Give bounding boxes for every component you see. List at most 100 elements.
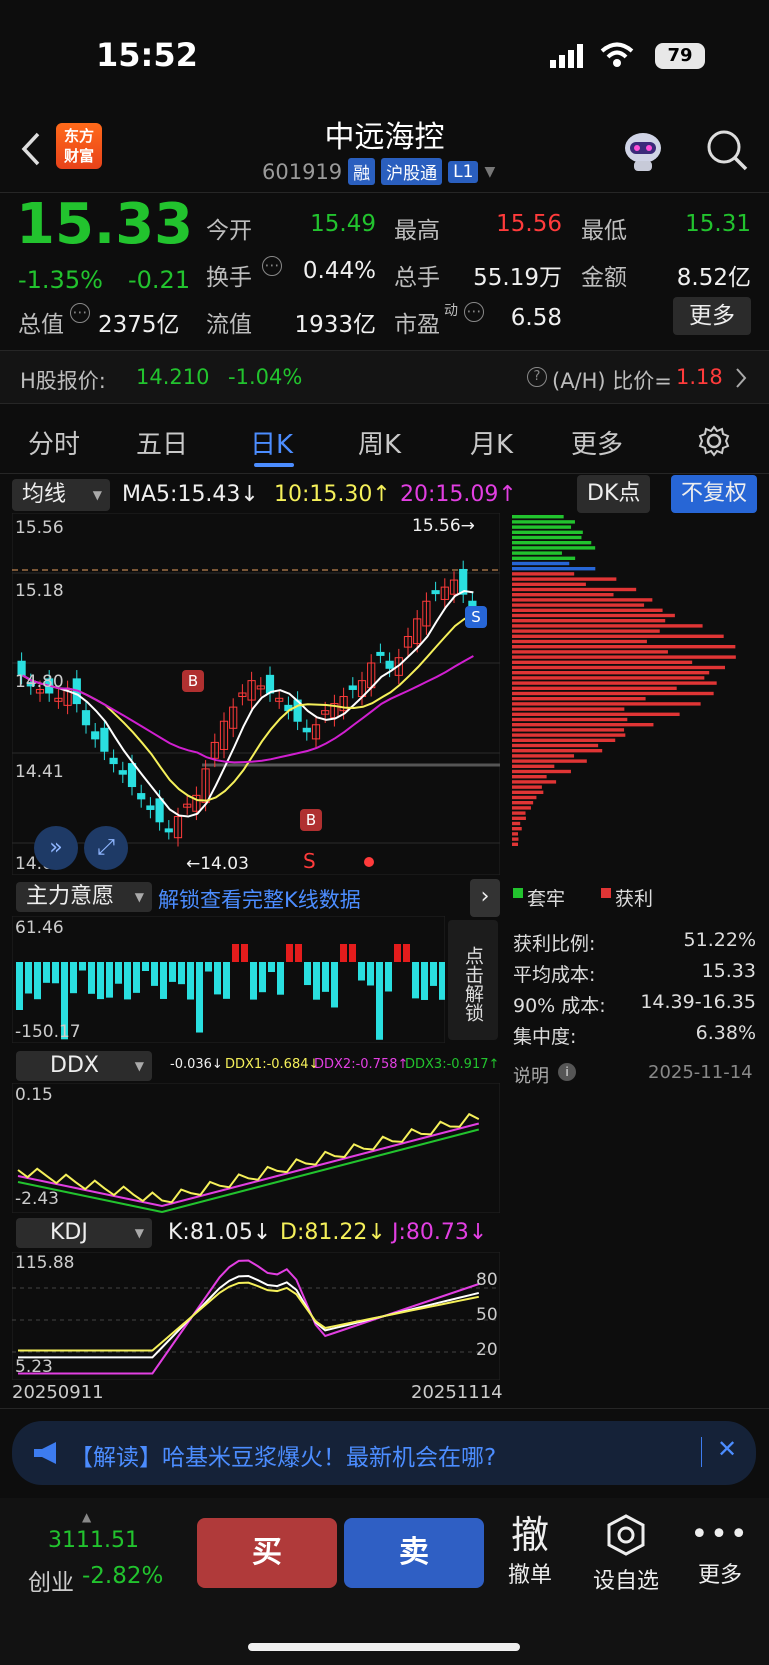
dropdown-icon: ▼ [134,1059,144,1073]
sell-signal-badge[interactable]: S [465,606,487,628]
chip-bar [512,598,653,602]
flow-bar [412,962,419,999]
chip-bar [512,749,603,753]
cancel-label: 撤单 [507,1563,552,1588]
volume-label: 总手 [394,265,440,291]
current-price: 15.33 [16,192,194,257]
status-time: 15:52 [96,36,198,74]
stat-label: 集中度: [513,1026,577,1048]
chart-frame [12,1252,500,1380]
info-icon[interactable]: ⋯ [262,256,282,276]
tab-intraday[interactable]: 分时 [28,424,80,461]
tag-connect: 沪股通 [381,158,443,185]
legend-profit-swatch [601,888,611,898]
buy-signal-badge[interactable]: B [182,670,204,692]
robot-assistant-icon[interactable] [618,128,668,174]
info-icon[interactable]: i [558,1063,576,1081]
ma20-value: 20:15.09↑ [400,482,517,507]
banner-divider [701,1437,702,1467]
tab-five-day[interactable]: 五日 [136,424,188,461]
gear-icon[interactable] [697,424,731,458]
chip-bar [512,541,592,545]
chart-frame [12,1083,500,1213]
adjust-button[interactable]: 不复权 [671,475,758,513]
flow-bar [124,962,131,1000]
stock-code-line[interactable]: 601919 融 沪股通 L1 ▼ [262,158,495,185]
buy-signal-badge[interactable]: B [300,809,322,831]
chip-bar [512,665,725,670]
click-unlock-button[interactable]: 点击解锁 [448,920,498,1040]
ma-selector[interactable]: 均线 ▼ [12,479,110,511]
chip-date: 2025-11-14 [648,1062,753,1083]
ddx3-value: DDX3:-0.917↑ [405,1057,500,1072]
kdj-selector[interactable]: KDJ ▼ [16,1218,152,1248]
flow-bar [97,962,104,1000]
unlock-link[interactable]: 解锁查看完整K线数据 [158,884,361,914]
open-label: 今开 [206,218,252,244]
index-change: -2.82% [82,1563,164,1589]
news-banner[interactable]: 【解读】哈基米豆浆爆火！最新机会在哪? ✕ [12,1421,756,1485]
ddx-selector[interactable]: DDX ▼ [16,1051,152,1081]
chip-bar [512,821,521,826]
info-icon[interactable]: ⋯ [70,303,90,323]
tab-daily-k[interactable]: 日K [250,424,293,461]
date-end: 20251114 [411,1382,503,1403]
chip-bar [512,520,575,524]
stat-label: 获利比例: [513,933,596,955]
search-icon[interactable] [704,127,750,173]
chevron-right-icon[interactable] [734,367,748,389]
expand-icon[interactable]: » [34,826,78,870]
kdj-level-80: 80 [476,1270,498,1290]
chip-bar [512,572,575,576]
more-quote-button[interactable]: 更多 [673,297,751,335]
candle-body [81,710,91,726]
chevron-right-icon[interactable]: › [470,879,500,917]
buy-button[interactable]: 买 [197,1518,337,1588]
kdj-chart [12,1252,500,1380]
flow-bar [367,962,374,986]
cancel-order-button[interactable]: 撤 撤单 [490,1513,570,1589]
kdj-top: 115.88 [15,1253,75,1273]
ah-ratio-label: (A/H) 比价= [552,369,672,393]
dk-point-button[interactable]: DK点 [577,475,651,513]
chip-bar [512,738,616,742]
ddx2-line [17,1122,480,1208]
stat-label: 90% 成本: [513,995,606,1017]
flow-bar [106,962,113,998]
float-label: 流值 [206,312,252,338]
chip-bar [512,639,647,644]
chip-bar [512,728,625,732]
tab-weekly-k[interactable]: 周K [358,424,401,461]
index-value[interactable]: 3111.51 [48,1528,139,1553]
flow-bar [313,962,320,1000]
ma10-value: 10:15.30↑ [274,482,391,507]
candle-body [127,763,137,788]
sell-button[interactable]: 卖 [344,1518,484,1588]
flow-bar [79,962,86,971]
flow-bar [376,962,383,1040]
add-watchlist-button[interactable]: 设自选 [586,1513,666,1595]
note-label[interactable]: 说明 [513,1062,549,1088]
flow-bar [268,962,275,973]
kdj-bottom: 5.23 [15,1357,53,1377]
help-icon[interactable]: ? [527,367,547,387]
more-label: 更多 [697,1563,742,1588]
stat-label: 平均成本: [513,964,596,986]
flow-bar [331,962,338,1008]
indicator-selector[interactable]: 主力意愿 ▼ [16,882,152,912]
tab-monthly-k[interactable]: 月K [470,424,513,461]
candle-body [118,770,127,775]
concentration-row: 集中度: 6.38% [513,1022,756,1049]
chip-bar [512,650,668,654]
flow-bar [214,962,221,995]
flow-bar [241,944,248,962]
close-icon[interactable]: ✕ [717,1435,737,1463]
more-button[interactable]: ••• 更多 [680,1513,760,1589]
battery-indicator: 79 [655,43,705,69]
kline-chart[interactable] [12,513,500,875]
tab-more[interactable]: 更多 [571,424,623,461]
chip-bar [512,780,557,784]
chip-bar [512,707,625,711]
flow-bar [151,962,158,986]
fullscreen-icon[interactable]: ⤢ [84,826,128,870]
